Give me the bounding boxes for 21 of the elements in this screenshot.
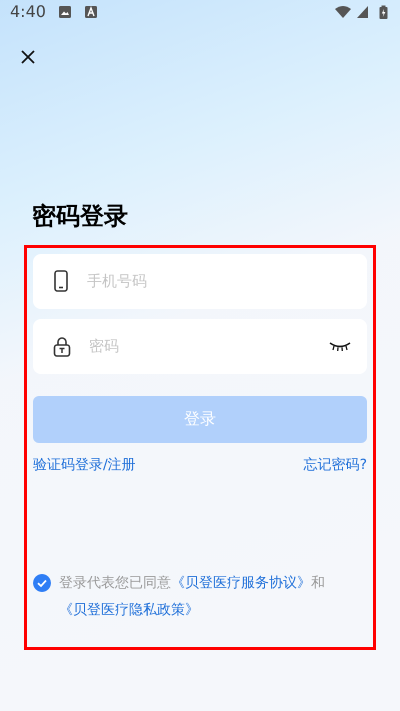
forgot-password-link[interactable]: 忘记密码? bbox=[304, 454, 367, 476]
privacy-policy-link[interactable]: 《贝登医疗隐私政策》 bbox=[59, 602, 199, 618]
signal-icon bbox=[356, 5, 369, 19]
sms-login-link[interactable]: 验证码登录/注册 bbox=[33, 454, 136, 476]
gallery-icon bbox=[58, 5, 72, 19]
closed-eye-icon[interactable] bbox=[329, 340, 351, 352]
wifi-icon bbox=[334, 5, 352, 19]
agreement-text: 登录代表您已同意《贝登医疗服务协议》和 《贝登医疗隐私政策》 bbox=[59, 574, 326, 620]
checkbox[interactable] bbox=[33, 574, 51, 592]
input-field[interactable]: 手机号码 bbox=[33, 254, 367, 309]
page-title: 密码登录 bbox=[32, 202, 129, 231]
app-notification-icon bbox=[84, 5, 98, 19]
phone-field[interactable]: 手机号码 bbox=[85, 269, 351, 294]
close-icon[interactable] bbox=[20, 48, 36, 65]
lock-icon bbox=[53, 336, 71, 357]
battery-icon bbox=[379, 5, 388, 19]
phone-icon bbox=[53, 270, 69, 292]
password-field[interactable]: 密码 bbox=[87, 334, 313, 359]
input-field[interactable]: 密码 bbox=[33, 318, 367, 374]
status-time: 4:40 bbox=[10, 1, 46, 23]
service-agreement-link[interactable]: 《贝登医疗服务协议》 bbox=[171, 574, 311, 591]
